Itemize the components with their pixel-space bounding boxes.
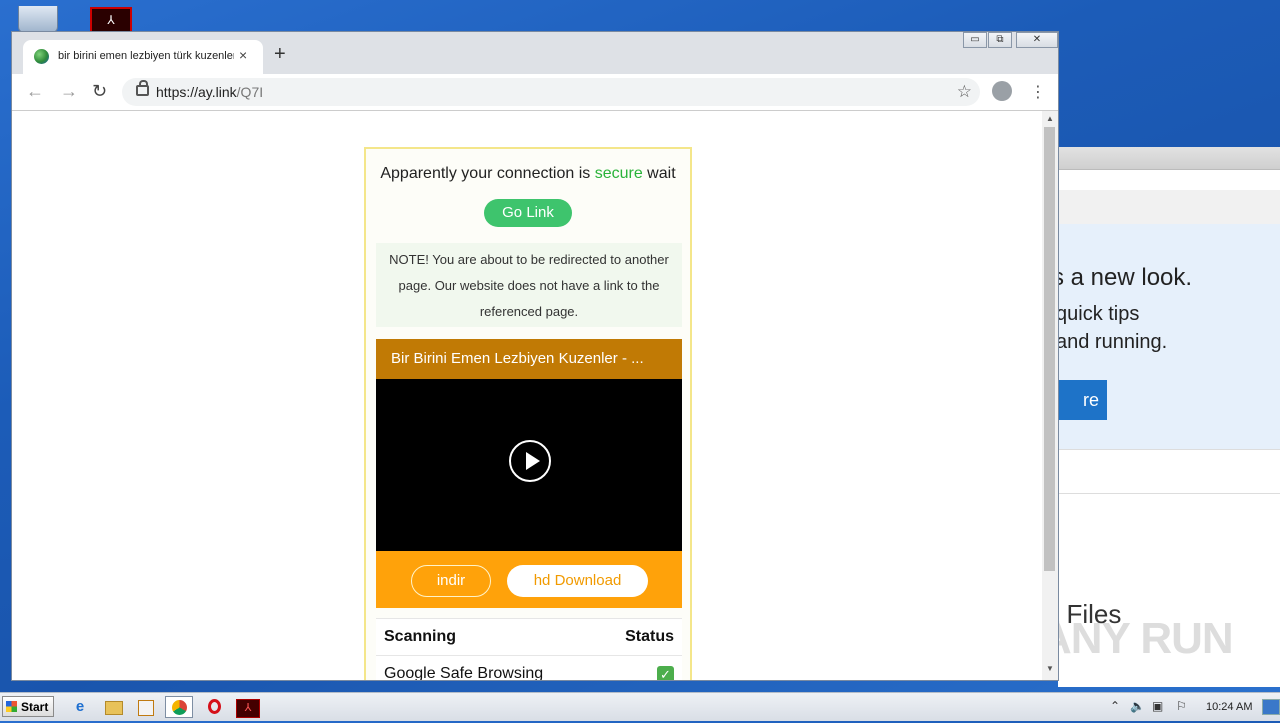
chrome-taskbar-icon[interactable] xyxy=(165,696,193,718)
system-tray: ⌃ 🔈 ▣ ⚐ 10:24 AM xyxy=(1104,696,1280,718)
headline-wait: wait xyxy=(642,165,676,182)
clock[interactable]: 10:24 AM xyxy=(1206,701,1252,713)
forward-arrow-icon[interactable]: → xyxy=(60,82,78,100)
headline-text: Apparently your connection is xyxy=(380,165,595,182)
background-window-titlebar xyxy=(1058,147,1280,170)
scan-row-label: Google Safe Browsing xyxy=(384,665,544,680)
acrobat-icon[interactable]: ⅄ xyxy=(234,696,262,718)
status-header: Status xyxy=(625,628,674,645)
video-player: Bir Birini Emen Lezbiyen Kuzenler - ... … xyxy=(376,339,682,609)
tab-strip: bir birini emen lezbiyen türk kuzenler ×… xyxy=(12,32,1058,74)
download-bar: indir hd Download xyxy=(376,551,682,608)
opera-icon[interactable] xyxy=(200,696,228,718)
play-icon[interactable] xyxy=(509,440,551,482)
url-host: https://ay.link xyxy=(156,84,237,100)
address-bar[interactable]: https://ay.link/Q7I ☆ xyxy=(122,78,980,106)
background-headline: s a new look. xyxy=(1052,264,1193,291)
scrollbar-thumb[interactable] xyxy=(1044,127,1055,571)
video-title[interactable]: Bir Birini Emen Lezbiyen Kuzenler - ... xyxy=(376,339,682,379)
divider xyxy=(1058,449,1280,450)
redirect-card: Apparently your connection is secure wai… xyxy=(364,147,692,680)
background-window-toolbar xyxy=(1058,190,1280,225)
browser-toolbar: ← → ↻ https://ay.link/Q7I ☆ ⋮ xyxy=(12,74,1058,111)
check-icon: ✓ xyxy=(657,666,674,680)
volume-icon[interactable]: 🔈 xyxy=(1130,699,1145,713)
table-row: Google Safe Browsing ✓ xyxy=(376,656,682,680)
tab-title: bir birini emen lezbiyen türk kuzenler xyxy=(58,50,234,62)
lock-icon[interactable] xyxy=(136,80,149,96)
start-button[interactable]: Start xyxy=(2,696,54,717)
background-window: s a new look. quick tips and running. re… xyxy=(1052,147,1280,687)
url-path: /Q7I xyxy=(236,84,264,100)
pdf-desktop-icon[interactable]: ⅄ xyxy=(90,7,132,33)
profile-avatar-icon[interactable] xyxy=(992,81,1012,101)
url-text[interactable]: https://ay.link/Q7I xyxy=(156,84,263,100)
minimize-button[interactable]: ▭ xyxy=(963,32,987,48)
chrome-window: bir birini emen lezbiyen türk kuzenler ×… xyxy=(11,31,1059,681)
close-window-button[interactable]: ✕ xyxy=(1016,32,1058,48)
page-viewport: Apparently your connection is secure wai… xyxy=(12,111,1042,680)
connection-headline: Apparently your connection is secure wai… xyxy=(366,165,690,183)
media-player-icon[interactable] xyxy=(132,696,160,718)
background-button[interactable]: re xyxy=(1056,380,1107,420)
flag-icon[interactable]: ⚐ xyxy=(1176,699,1187,713)
taskbar: Start e ⅄ ⌃ 🔈 ▣ ⚐ 10:24 AM xyxy=(0,692,1280,721)
indir-button[interactable]: indir xyxy=(411,565,491,597)
anyrun-watermark: ANY RUN xyxy=(1040,614,1234,663)
kebab-menu-icon[interactable]: ⋮ xyxy=(1030,82,1046,102)
recycle-bin-icon[interactable] xyxy=(18,6,58,33)
file-explorer-icon[interactable] xyxy=(100,696,128,718)
background-line-1: quick tips xyxy=(1056,303,1140,325)
divider xyxy=(1058,493,1280,494)
start-label: Start xyxy=(21,700,49,714)
globe-icon xyxy=(34,49,49,64)
show-desktop-icon[interactable] xyxy=(1262,699,1280,715)
internet-explorer-icon[interactable]: e xyxy=(66,696,94,718)
vertical-scrollbar[interactable]: ▲ ▼ xyxy=(1042,111,1058,680)
windows-logo-icon xyxy=(6,701,17,712)
tab-close-icon[interactable]: × xyxy=(239,47,247,63)
back-arrow-icon[interactable]: ← xyxy=(26,82,44,100)
redirect-note: NOTE! You are about to be redirected to … xyxy=(376,243,682,327)
scroll-up-arrow-icon[interactable]: ▲ xyxy=(1046,114,1054,123)
scroll-down-arrow-icon[interactable]: ▼ xyxy=(1046,664,1054,673)
bookmark-star-icon[interactable]: ☆ xyxy=(957,82,972,102)
active-tab[interactable]: bir birini emen lezbiyen türk kuzenler × xyxy=(23,40,263,74)
secure-word: secure xyxy=(594,165,643,182)
scanning-header: Scanning xyxy=(384,628,457,645)
restore-button[interactable]: ⧉ xyxy=(988,32,1012,48)
new-tab-button[interactable]: + xyxy=(274,44,286,64)
go-link-button[interactable]: Go Link xyxy=(484,199,572,227)
tray-expand-icon[interactable]: ⌃ xyxy=(1110,699,1120,713)
network-icon[interactable]: ▣ xyxy=(1152,699,1163,713)
background-line-2: and running. xyxy=(1056,331,1168,353)
reload-icon[interactable]: ↻ xyxy=(92,82,107,100)
video-screen[interactable] xyxy=(376,379,682,551)
hd-download-button[interactable]: hd Download xyxy=(507,565,648,597)
scan-table-header: Scanning Status xyxy=(376,619,682,656)
scan-table: Scanning Status Google Safe Browsing ✓ xyxy=(376,618,682,680)
